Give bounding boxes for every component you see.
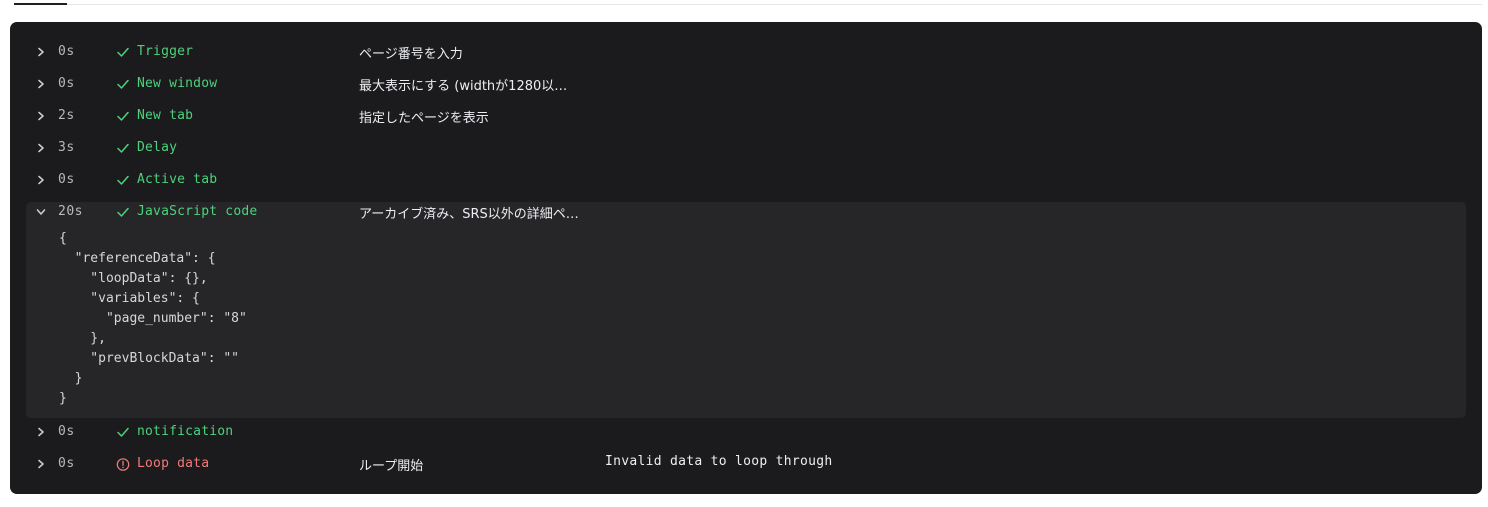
log-panel: 0s Trigger ページ番号を入力 0s New window 最大表示にす… xyxy=(10,22,1482,494)
entry-duration: 20s xyxy=(58,204,83,219)
entry-detail-json: { "referenceData": { "loopData": {}, "va… xyxy=(59,231,247,406)
check-icon xyxy=(116,45,130,59)
entry-error-message: Invalid data to loop through xyxy=(605,454,833,469)
entry-description: 指定したページを表示 xyxy=(359,111,489,126)
expanded-log-entry: 20s JavaScript code アーカイブ済み、SRS以外の詳細ペ… {… xyxy=(26,202,1466,418)
entry-duration: 0s xyxy=(58,44,75,59)
log-entry[interactable]: 0s Active tab xyxy=(10,170,1482,202)
entry-duration: 2s xyxy=(58,108,75,123)
tab-bar xyxy=(0,0,1488,6)
check-icon xyxy=(116,141,130,155)
entry-duration: 0s xyxy=(58,456,75,471)
entry-name: Loop data xyxy=(137,456,210,471)
entry-name: New tab xyxy=(137,108,194,123)
error-circle-icon xyxy=(116,457,130,471)
tab-bar-divider xyxy=(67,4,1482,5)
chevron-down-icon[interactable] xyxy=(35,206,47,218)
entry-duration: 3s xyxy=(58,140,75,155)
log-entry[interactable]: 0s New window 最大表示にする (widthが1280以… xyxy=(10,74,1482,106)
check-icon xyxy=(116,173,130,187)
chevron-right-icon[interactable] xyxy=(35,458,47,470)
entry-name: Delay xyxy=(137,140,178,155)
entry-name: Trigger xyxy=(137,44,194,59)
entry-description: ループ開始 xyxy=(359,459,424,474)
log-entry[interactable]: 0s Trigger ページ番号を入力 xyxy=(10,42,1482,74)
chevron-right-icon[interactable] xyxy=(35,426,47,438)
entry-description: 最大表示にする (widthが1280以… xyxy=(359,79,568,94)
entry-name: Active tab xyxy=(137,172,218,187)
entry-description: アーカイブ済み、SRS以外の詳細ペ… xyxy=(359,207,579,222)
check-icon xyxy=(116,425,130,439)
check-icon xyxy=(116,77,130,91)
chevron-right-icon[interactable] xyxy=(35,110,47,122)
check-icon xyxy=(116,205,130,219)
check-icon xyxy=(116,109,130,123)
chevron-right-icon[interactable] xyxy=(35,78,47,90)
log-entry[interactable]: 0s Loop data ループ開始 Invalid data to loop … xyxy=(10,454,1482,486)
entry-name: JavaScript code xyxy=(137,204,258,219)
entry-duration: 0s xyxy=(58,172,75,187)
chevron-right-icon[interactable] xyxy=(35,46,47,58)
log-entry[interactable]: 0s notification xyxy=(10,422,1482,454)
chevron-right-icon[interactable] xyxy=(35,142,47,154)
log-entry[interactable]: 2s New tab 指定したページを表示 xyxy=(10,106,1482,138)
active-tab-indicator xyxy=(14,3,67,5)
entry-duration: 0s xyxy=(58,76,75,91)
chevron-right-icon[interactable] xyxy=(35,174,47,186)
log-entry[interactable]: 3s Delay xyxy=(10,138,1482,170)
entry-name: New window xyxy=(137,76,218,91)
entry-duration: 0s xyxy=(58,424,75,439)
entry-name: notification xyxy=(137,424,234,439)
entry-description: ページ番号を入力 xyxy=(359,47,463,62)
